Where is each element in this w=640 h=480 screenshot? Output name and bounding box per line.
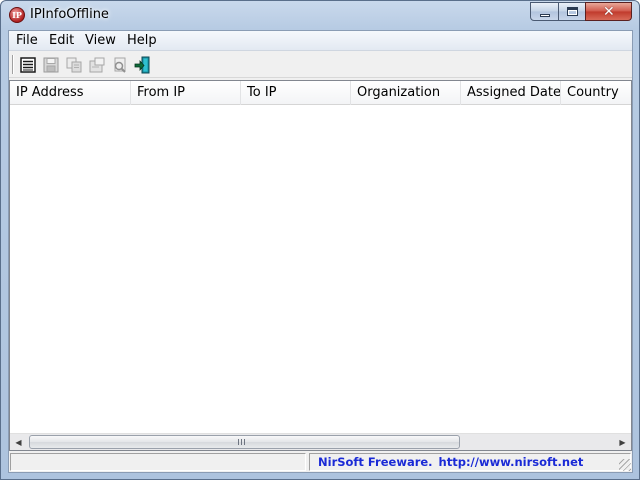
maximize-icon: [567, 7, 578, 16]
properties-button[interactable]: [18, 55, 38, 75]
menu-help[interactable]: Help: [127, 33, 157, 48]
find-button[interactable]: [110, 55, 130, 75]
menu-file[interactable]: File: [16, 33, 38, 48]
list-header: IP Address From IP To IP Organization As…: [10, 81, 631, 105]
ip-list-view[interactable]: IP Address From IP To IP Organization As…: [9, 80, 632, 451]
column-ip-address[interactable]: IP Address: [10, 81, 131, 105]
menu-bar: File Edit View Help: [9, 31, 632, 51]
brand-text: NirSoft Freeware.: [318, 455, 433, 469]
scroll-right-button[interactable]: ▶: [614, 434, 631, 451]
copy-icon: [66, 57, 82, 73]
app-window: IP IPInfoOffline ✕ File Edit View Help I…: [0, 0, 640, 480]
menu-edit[interactable]: Edit: [49, 33, 74, 48]
close-button[interactable]: ✕: [585, 2, 632, 21]
exit-button[interactable]: [133, 55, 153, 75]
toolbar: [9, 52, 632, 78]
toolbar-grip: [12, 55, 14, 74]
status-panel-items: [10, 453, 306, 471]
copy-button[interactable]: [64, 55, 84, 75]
column-from-ip[interactable]: From IP: [131, 81, 241, 105]
menu-view[interactable]: View: [85, 33, 116, 48]
scrollbar-thumb[interactable]: [29, 435, 460, 449]
website-link[interactable]: http://www.nirsoft.net: [439, 455, 584, 469]
html-report-button[interactable]: [87, 55, 107, 75]
minimize-icon: [540, 14, 550, 17]
save-icon: [43, 57, 59, 73]
save-button[interactable]: [41, 55, 61, 75]
minimize-button[interactable]: [530, 2, 559, 21]
column-assigned-date[interactable]: Assigned Date: [461, 81, 561, 105]
thumb-grip-icon: [238, 439, 246, 445]
horizontal-scrollbar[interactable]: ◀ ▶: [10, 433, 631, 450]
column-organization[interactable]: Organization: [351, 81, 461, 105]
resize-grip[interactable]: [619, 459, 631, 471]
title-bar[interactable]: IP IPInfoOffline ✕: [1, 1, 639, 29]
scroll-left-button[interactable]: ◀: [10, 434, 27, 451]
window-title: IPInfoOffline: [30, 7, 109, 22]
app-icon[interactable]: IP: [9, 7, 25, 23]
column-to-ip[interactable]: To IP: [241, 81, 351, 105]
client-area: File Edit View Help IP Address From IP T…: [8, 30, 633, 473]
exit-icon: [134, 56, 150, 74]
maximize-button[interactable]: [558, 2, 586, 21]
column-country[interactable]: Country: [561, 81, 631, 105]
close-icon: ✕: [603, 4, 615, 20]
status-bar: NirSoft Freeware. http://www.nirsoft.net: [9, 451, 632, 472]
find-icon: [114, 57, 126, 73]
status-panel-link[interactable]: NirSoft Freeware. http://www.nirsoft.net: [309, 453, 631, 471]
html-report-icon: [89, 57, 105, 73]
properties-icon: [20, 57, 36, 73]
